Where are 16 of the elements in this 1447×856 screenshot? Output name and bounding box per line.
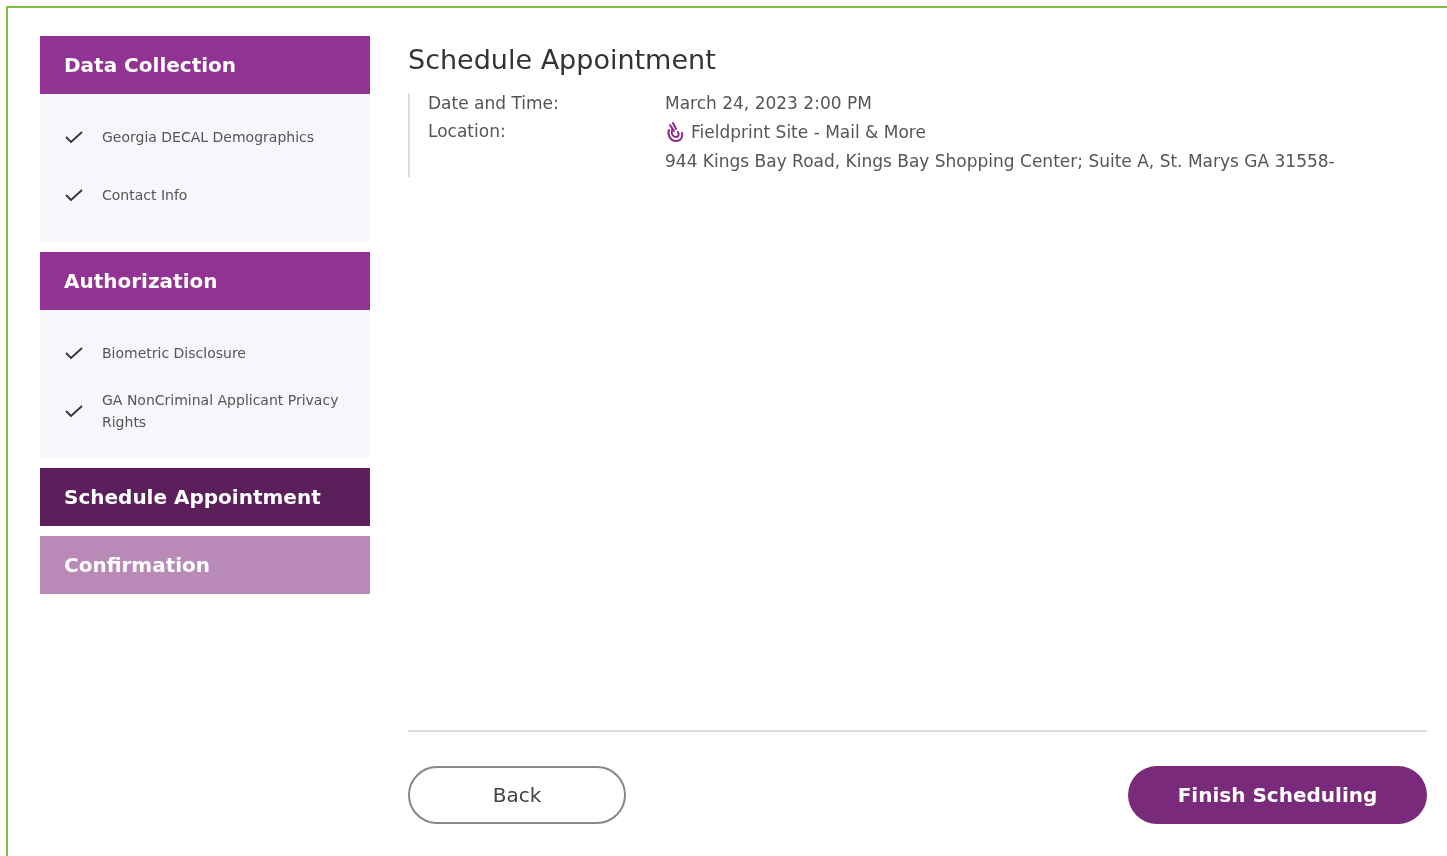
page-title: Schedule Appointment (408, 44, 717, 75)
step-item[interactable]: Biometric Disclosure (102, 341, 246, 365)
step-item[interactable]: Georgia DECAL Demographics (102, 125, 315, 149)
step-header[interactable]: Authorization (40, 252, 370, 310)
detail-value: March 24, 2023 2:00 PM (665, 93, 873, 113)
back-button[interactable]: Back (408, 766, 626, 824)
finish-scheduling-button[interactable]: Finish Scheduling (1128, 766, 1427, 824)
step-header[interactable]: Schedule Appointment (40, 468, 370, 526)
fingerprint-icon (665, 121, 685, 143)
detail-label: Date and Time: (428, 93, 560, 113)
step-item[interactable]: Contact Info (102, 183, 188, 207)
detail-label: Location: (428, 121, 507, 143)
site-name: Fieldprint Site - Mail & More (691, 122, 926, 142)
step-header[interactable]: Data Collection (40, 36, 370, 94)
step-item[interactable]: GA NonCriminal Applicant Privacy Rights (102, 388, 362, 434)
site-address: 944 Kings Bay Road, Kings Bay Shopping Center; Suite A, St. Marys GA 31558- (665, 151, 1336, 171)
